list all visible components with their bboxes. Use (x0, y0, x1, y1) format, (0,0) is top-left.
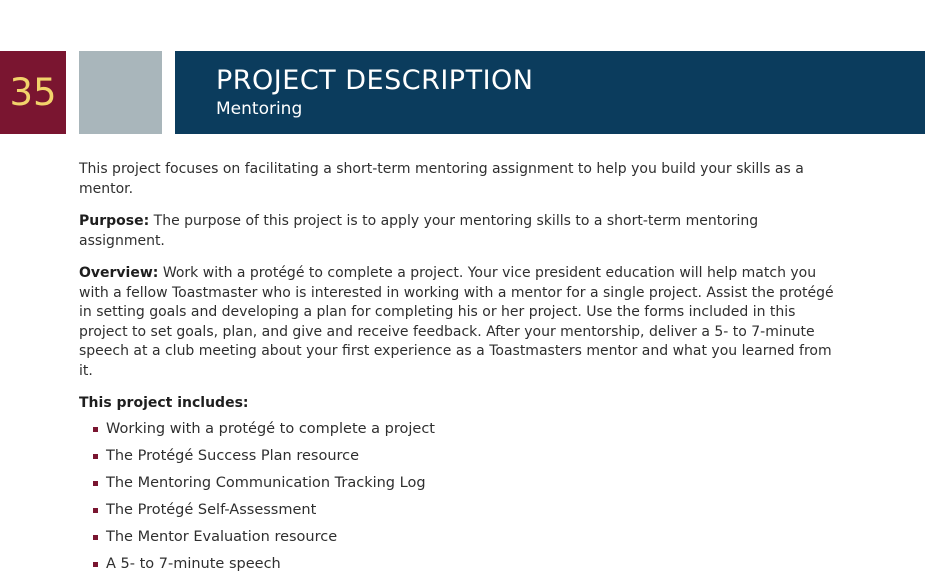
page-title: PROJECT DESCRIPTION (216, 65, 534, 96)
intro-paragraph: This project focuses on facilitating a s… (79, 161, 804, 197)
includes-list: Working with a protégé to complete a pro… (79, 420, 839, 582)
purpose-text: The purpose of this project is to apply … (79, 213, 759, 249)
list-item-text: The Mentor Evaluation resource (106, 528, 338, 545)
page-number: 35 (9, 71, 57, 114)
purpose-paragraph: Purpose: The purpose of this project is … (79, 212, 839, 251)
list-item-text: The Mentoring Communication Tracking Log (106, 474, 426, 491)
decorative-gray-block (79, 51, 162, 134)
bullet-icon (93, 480, 98, 486)
list-item-text: A 5- to 7-minute speech (106, 555, 281, 572)
overview-paragraph: Overview: Work with a protégé to complet… (79, 264, 839, 381)
list-item: Working with a protégé to complete a pro… (93, 420, 839, 447)
list-item: The Mentor Evaluation resource (93, 528, 839, 555)
header-band: PROJECT DESCRIPTION Mentoring (175, 51, 925, 134)
bullet-icon (93, 534, 98, 540)
list-item-text: The Protégé Success Plan resource (106, 447, 360, 464)
list-item-text: Working with a protégé to complete a pro… (106, 420, 435, 437)
bullet-icon (93, 453, 98, 459)
includes-heading: This project includes: (79, 395, 249, 411)
bullet-icon (93, 507, 98, 513)
page-number-box: 35 (0, 51, 66, 134)
purpose-label: Purpose: (79, 213, 150, 229)
list-item: The Protégé Success Plan resource (93, 447, 839, 474)
bullet-icon (93, 561, 98, 567)
overview-label: Overview: (79, 265, 159, 281)
overview-text: Work with a protégé to complete a projec… (79, 265, 834, 379)
project-description-body: This project focuses on facilitating a s… (79, 160, 839, 582)
list-item: The Mentoring Communication Tracking Log (93, 474, 839, 501)
list-item-text: The Protégé Self-Assessment (106, 501, 317, 518)
page-subtitle: Mentoring (216, 99, 303, 119)
list-item: A 5- to 7-minute speech (93, 555, 839, 582)
bullet-icon (93, 426, 98, 432)
list-item: The Protégé Self-Assessment (93, 501, 839, 528)
